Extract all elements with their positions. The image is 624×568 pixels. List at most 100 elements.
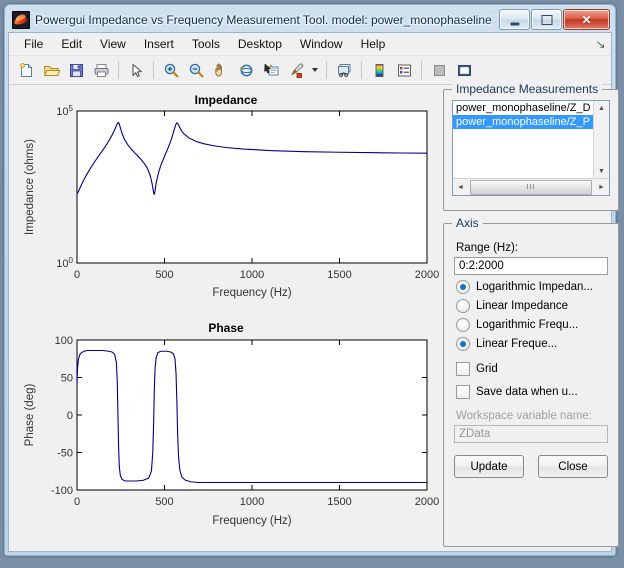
rotate-3d-icon[interactable]: [234, 58, 258, 82]
phase-plot: Phase 100 50 0 -50 -100 Phase (deg) 0 50…: [11, 316, 441, 541]
checkbox-grid[interactable]: Grid: [456, 362, 608, 376]
update-button[interactable]: Update: [454, 455, 524, 478]
scroll-right-arrow[interactable]: ►: [594, 180, 609, 195]
checkbox-save-data[interactable]: Save data when u...: [456, 385, 608, 399]
axis-panel: Axis Range (Hz): 0:2:2000 Logarithmic Im…: [443, 216, 619, 547]
measurements-list: power_monophaseline/Z_D power_monophasel…: [453, 101, 594, 179]
client-area: File Edit View Insert Tools Desktop Wind…: [8, 32, 619, 552]
radio-linear-impedance[interactable]: Linear Impedance: [456, 299, 608, 313]
phase-xticklabels: 0 500 1000 1500 2000: [74, 496, 439, 508]
phase-chart-svg[interactable]: Phase 100 50 0 -50 -100 Phase (deg) 0 50…: [11, 316, 441, 536]
horizontal-scrollbar[interactable]: ◄ III ►: [453, 178, 609, 195]
zoom-out-icon[interactable]: [184, 58, 208, 82]
menu-window[interactable]: Window: [291, 34, 352, 54]
maximize-icon: [541, 14, 552, 25]
svg-text:1000: 1000: [240, 269, 264, 281]
phase-chart-title: Phase: [208, 321, 244, 335]
show-plot-tools-icon[interactable]: [452, 58, 476, 82]
phase-yticklabels: 100 50 0 -50 -100: [51, 335, 73, 497]
close-button[interactable]: ✕: [563, 9, 610, 30]
svg-text:500: 500: [155, 496, 173, 508]
radio-button-icon: [456, 299, 470, 313]
checkbox-icon: [456, 385, 470, 399]
svg-text:100: 100: [55, 335, 73, 347]
svg-text:0: 0: [74, 269, 80, 281]
pan-icon[interactable]: [209, 58, 233, 82]
workspace-variable-label: Workspace variable name:: [456, 410, 592, 422]
brush-dropdown-arrow[interactable]: [309, 58, 321, 82]
scroll-thumb[interactable]: III: [470, 179, 592, 195]
range-input[interactable]: 0:2:2000: [454, 257, 608, 275]
menu-bar: File Edit View Insert Tools Desktop Wind…: [9, 33, 611, 56]
plot-browser-icon[interactable]: [427, 58, 451, 82]
menu-file[interactable]: File: [15, 34, 52, 54]
checkbox-label: Save data when u...: [476, 386, 578, 398]
toolbar-separator: [153, 61, 154, 79]
menu-help[interactable]: Help: [352, 34, 395, 54]
link-plot-icon[interactable]: [332, 58, 356, 82]
toolbar-separator: [326, 61, 327, 79]
radio-button-icon: [456, 318, 470, 332]
checkbox-label: Grid: [476, 363, 498, 375]
radio-logarithmic-frequency[interactable]: Logarithmic Frequ...: [456, 318, 608, 332]
main-content: Impedance 105 100 Impedance (ohms) 0 500…: [9, 82, 619, 551]
workspace-variable-input[interactable]: ZData: [454, 425, 608, 443]
zoom-in-icon[interactable]: [159, 58, 183, 82]
list-item[interactable]: power_monophaseline/Z_D: [453, 101, 594, 115]
side-panel: Impedance Measurements power_monophaseli…: [441, 82, 624, 551]
radio-label: Logarithmic Frequ...: [476, 319, 579, 331]
svg-text:0: 0: [74, 496, 80, 508]
list-item[interactable]: power_monophaseline/Z_P: [453, 115, 594, 129]
new-figure-icon[interactable]: [14, 58, 38, 82]
impedance-xlabel: Frequency (Hz): [212, 287, 291, 299]
menu-insert[interactable]: Insert: [135, 34, 183, 54]
toolbar-separator: [421, 61, 422, 79]
impedance-chart-svg[interactable]: Impedance 105 100 Impedance (ohms) 0 500…: [11, 89, 441, 307]
menu-view[interactable]: View: [91, 34, 135, 54]
window-controls: ✕: [499, 9, 610, 30]
radio-button-icon: [456, 337, 470, 351]
radio-logarithmic-impedance[interactable]: Logarithmic Impedan...: [456, 280, 608, 294]
menu-tools[interactable]: Tools: [183, 34, 229, 54]
colorbar-icon[interactable]: [367, 58, 391, 82]
toolbar-separator: [361, 61, 362, 79]
impedance-ylabel: Impedance (ohms): [24, 139, 36, 235]
range-label: Range (Hz):: [456, 242, 518, 254]
svg-text:1500: 1500: [327, 496, 351, 508]
svg-text:-100: -100: [51, 485, 73, 497]
radio-button-icon: [456, 280, 470, 294]
maximize-button[interactable]: [531, 9, 562, 30]
scroll-up-arrow[interactable]: ▲: [594, 101, 609, 116]
edit-plot-icon[interactable]: [124, 58, 148, 82]
data-cursor-icon[interactable]: [259, 58, 283, 82]
radio-linear-frequency[interactable]: Linear Freque...: [456, 337, 608, 351]
scroll-left-arrow[interactable]: ◄: [453, 180, 468, 195]
impedance-chart-title: Impedance: [195, 93, 258, 107]
legend-icon[interactable]: [392, 58, 416, 82]
impedance-xticklabels: 0 500 1000 1500 2000: [74, 269, 439, 281]
minimize-icon: [510, 22, 519, 25]
axis-panel-legend: Axis: [452, 216, 483, 230]
window-title: Powergui Impedance vs Frequency Measurem…: [35, 13, 492, 27]
print-figure-icon[interactable]: [89, 58, 113, 82]
dock-control-icon[interactable]: ↘: [595, 38, 605, 51]
svg-text:500: 500: [155, 269, 173, 281]
title-bar: Powergui Impedance vs Frequency Measurem…: [8, 8, 612, 32]
svg-text:2000: 2000: [415, 269, 439, 281]
menu-desktop[interactable]: Desktop: [229, 34, 291, 54]
brush-data-icon[interactable]: [284, 58, 308, 82]
measurements-listbox[interactable]: power_monophaseline/Z_D power_monophasel…: [452, 100, 610, 196]
vertical-scrollbar[interactable]: ▲ ▼: [593, 101, 609, 179]
scroll-down-arrow[interactable]: ▼: [594, 164, 609, 179]
radio-label: Logarithmic Impedan...: [476, 281, 593, 293]
close-icon: ✕: [581, 12, 592, 27]
menu-edit[interactable]: Edit: [52, 34, 91, 54]
open-file-icon[interactable]: [39, 58, 63, 82]
minimize-button[interactable]: [499, 9, 530, 30]
close-panel-button[interactable]: Close: [538, 455, 608, 478]
application-window: Powergui Impedance vs Frequency Measurem…: [4, 4, 619, 556]
save-figure-icon[interactable]: [64, 58, 88, 82]
matlab-membrane-icon: [12, 11, 30, 29]
impedance-plot: Impedance 105 100 Impedance (ohms) 0 500…: [11, 89, 441, 312]
phase-xlabel: Frequency (Hz): [212, 515, 291, 527]
